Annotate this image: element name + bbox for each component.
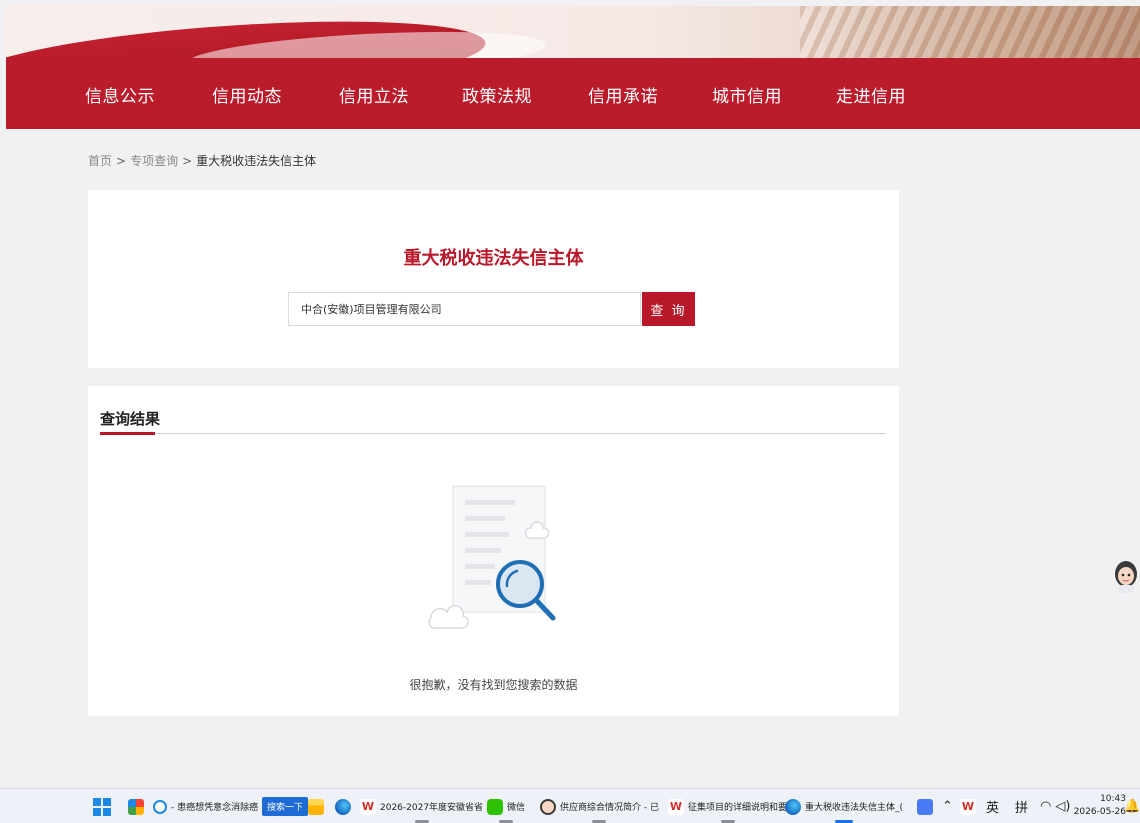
- ime-mode-label: 拼: [1015, 801, 1029, 816]
- windows-taskbar: - 患癌想凭意念消除癌 搜索一下 W 2026-2027年度安徽省省 微信 供应…: [0, 788, 1140, 823]
- system-clock[interactable]: 10:43 2026-05-26: [1074, 793, 1126, 819]
- taskbar-label: 征集项目的详细说明和要: [688, 803, 788, 813]
- nav-item-credit-pledge[interactable]: 信用承诺: [588, 82, 658, 107]
- nav-item-credit-legislation[interactable]: 信用立法: [339, 82, 409, 107]
- avatar-icon: [540, 798, 556, 815]
- edge-browser-icon: [785, 798, 801, 815]
- breadcrumb-current: 重大税收违法失信主体: [196, 154, 317, 168]
- taskbar-edge[interactable]: [335, 789, 351, 823]
- ie-browser-icon: [153, 799, 167, 814]
- result-panel: 查询结果 很抱歉，没有找到您搜索的数据: [88, 386, 899, 716]
- edge-browser-icon: [335, 798, 351, 815]
- search-button[interactable]: 查 询: [642, 292, 695, 326]
- header-banner: [6, 6, 1140, 58]
- breadcrumb: 首页 > 专项查询 > 重大税收违法失信主体: [88, 152, 316, 169]
- browser-page: 信息公示 信用动态 信用立法 政策法规 信用承诺 城市信用 走进信用 首页 > 专项…: [0, 0, 1140, 823]
- result-heading: 查询结果: [100, 410, 161, 428]
- result-divider: [100, 433, 885, 434]
- ime-language[interactable]: 英: [986, 789, 999, 823]
- main-nav: 信息公示 信用动态 信用立法 政策法规 信用承诺 城市信用 走进信用: [6, 58, 1140, 129]
- clock-time: 10:43: [1100, 794, 1126, 804]
- nav-item-credit-news[interactable]: 信用动态: [212, 82, 282, 107]
- volume-icon: ◁): [1055, 799, 1071, 814]
- notification-button[interactable]: 🔔: [1124, 789, 1140, 823]
- taskbar-app[interactable]: [128, 789, 144, 823]
- ime-mode[interactable]: 拼: [1015, 789, 1028, 823]
- breadcrumb-separator: >: [182, 154, 193, 168]
- wps-icon: W: [668, 798, 684, 815]
- breadcrumb-section[interactable]: 专项查询: [130, 154, 178, 168]
- tray-app[interactable]: [917, 789, 933, 823]
- wifi-icon: ◠: [1040, 799, 1052, 814]
- tray-network-volume[interactable]: ◠ ◁): [1040, 789, 1070, 823]
- bell-icon: 🔔: [1124, 799, 1140, 814]
- tray-overflow[interactable]: ⌃: [942, 789, 953, 823]
- wps-icon: W: [360, 798, 376, 815]
- file-explorer-icon: [308, 798, 324, 815]
- empty-result-icon: [428, 485, 556, 629]
- start-button[interactable]: [93, 789, 111, 823]
- taskbar-wechat[interactable]: 微信: [487, 789, 525, 823]
- nav-item-policies[interactable]: 政策法规: [462, 82, 532, 107]
- kuaiwan-icon: [917, 798, 933, 815]
- taskbar-wps-doc-2[interactable]: W 征集项目的详细说明和要: [668, 789, 787, 823]
- search-panel: 重大税收违法失信主体 查 询: [88, 190, 899, 368]
- taskbar-edge-active[interactable]: 重大税收违法失信主体_(: [785, 789, 903, 823]
- breadcrumb-home[interactable]: 首页: [88, 154, 112, 168]
- chevron-up-icon: ⌃: [942, 799, 953, 814]
- taskbar-wps-doc-1[interactable]: W 2026-2027年度安徽省省: [360, 789, 483, 823]
- tray-wps[interactable]: W: [960, 789, 976, 823]
- taskbar-ie-window[interactable]: - 患癌想凭意念消除癌: [153, 789, 258, 823]
- wechat-icon: [487, 798, 503, 815]
- taskbar-search-chip[interactable]: 搜索一下: [262, 789, 309, 823]
- app-icon: [128, 798, 144, 815]
- page-title: 重大税收违法失信主体: [403, 248, 584, 269]
- great-wall-image: [800, 6, 1140, 58]
- nav-item-about-credit[interactable]: 走进信用: [836, 82, 906, 107]
- search-input[interactable]: [288, 292, 641, 326]
- empty-result-message: 很抱歉，没有找到您搜索的数据: [409, 678, 578, 692]
- breadcrumb-separator: >: [116, 154, 127, 168]
- taskbar-label: 重大税收违法失信主体_(: [805, 803, 904, 813]
- assistant-avatar-icon[interactable]: [1113, 558, 1139, 594]
- taskbar-label: 供应商综合情况简介 - 已: [560, 803, 659, 813]
- wps-tray-icon: W: [960, 798, 976, 815]
- result-heading-accent: [100, 432, 155, 435]
- taskbar-label: - 患癌想凭意念消除癌: [171, 803, 259, 813]
- ime-lang-label: 英: [986, 801, 1000, 816]
- nav-item-city-credit[interactable]: 城市信用: [712, 82, 782, 107]
- nav-item-info-publicity[interactable]: 信息公示: [85, 82, 155, 107]
- taskbar-supplier-doc[interactable]: 供应商综合情况简介 - 已: [540, 789, 659, 823]
- taskbar-search-label: 搜索一下: [262, 797, 309, 816]
- taskbar-file-explorer[interactable]: [308, 789, 324, 823]
- taskbar-label: 2026-2027年度安徽省省: [380, 803, 484, 813]
- taskbar-label: 微信: [507, 803, 526, 813]
- windows-start-icon: [93, 797, 111, 816]
- clock-date: 2026-05-26: [1073, 807, 1126, 817]
